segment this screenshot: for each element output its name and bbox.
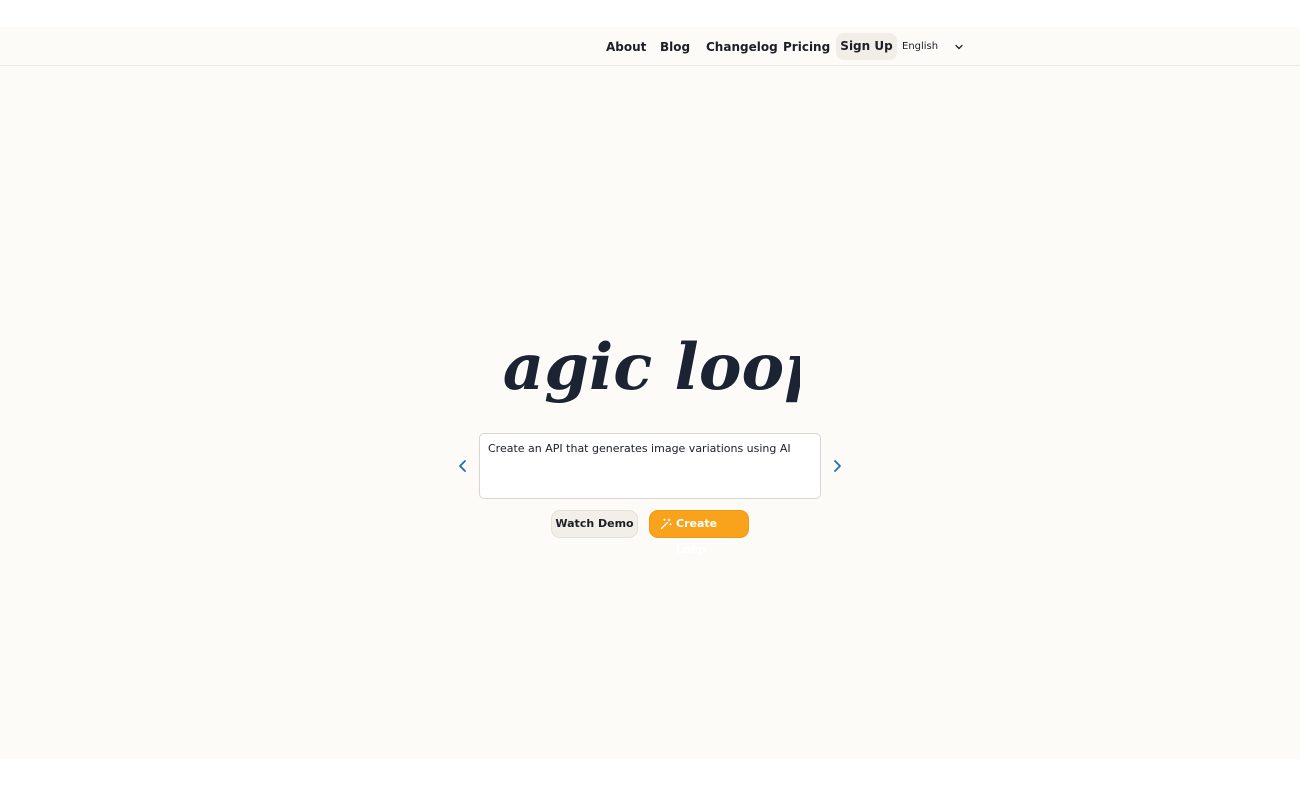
nav-link-pricing[interactable]: Pricing	[783, 40, 830, 54]
create-loop-label: Create Loop	[676, 517, 718, 556]
prompt-input[interactable]: Create an API that generates image varia…	[479, 433, 821, 499]
magic-wand-icon	[660, 518, 672, 530]
logo-text: magic loops	[500, 330, 800, 405]
chevron-down-icon	[955, 44, 963, 50]
top-navbar: About Blog Changelog Pricing Sign Up Eng…	[0, 27, 1300, 66]
create-loop-button[interactable]: Create Loop	[649, 510, 749, 556]
page: About Blog Changelog Pricing Sign Up Eng…	[0, 27, 1300, 759]
nav-link-blog[interactable]: Blog	[660, 40, 690, 54]
nav-link-changelog[interactable]: Changelog	[706, 40, 778, 54]
watch-demo-button[interactable]: Watch Demo	[551, 510, 638, 538]
nav-link-about[interactable]: About	[606, 40, 646, 54]
sign-up-button[interactable]: Sign Up	[836, 33, 897, 60]
language-select-value: English	[902, 41, 939, 52]
chevron-right-icon[interactable]	[830, 458, 844, 474]
magic-loops-logo: magic loops	[500, 329, 800, 406]
chevron-left-icon[interactable]	[456, 458, 470, 474]
language-select[interactable]: English	[902, 37, 968, 57]
